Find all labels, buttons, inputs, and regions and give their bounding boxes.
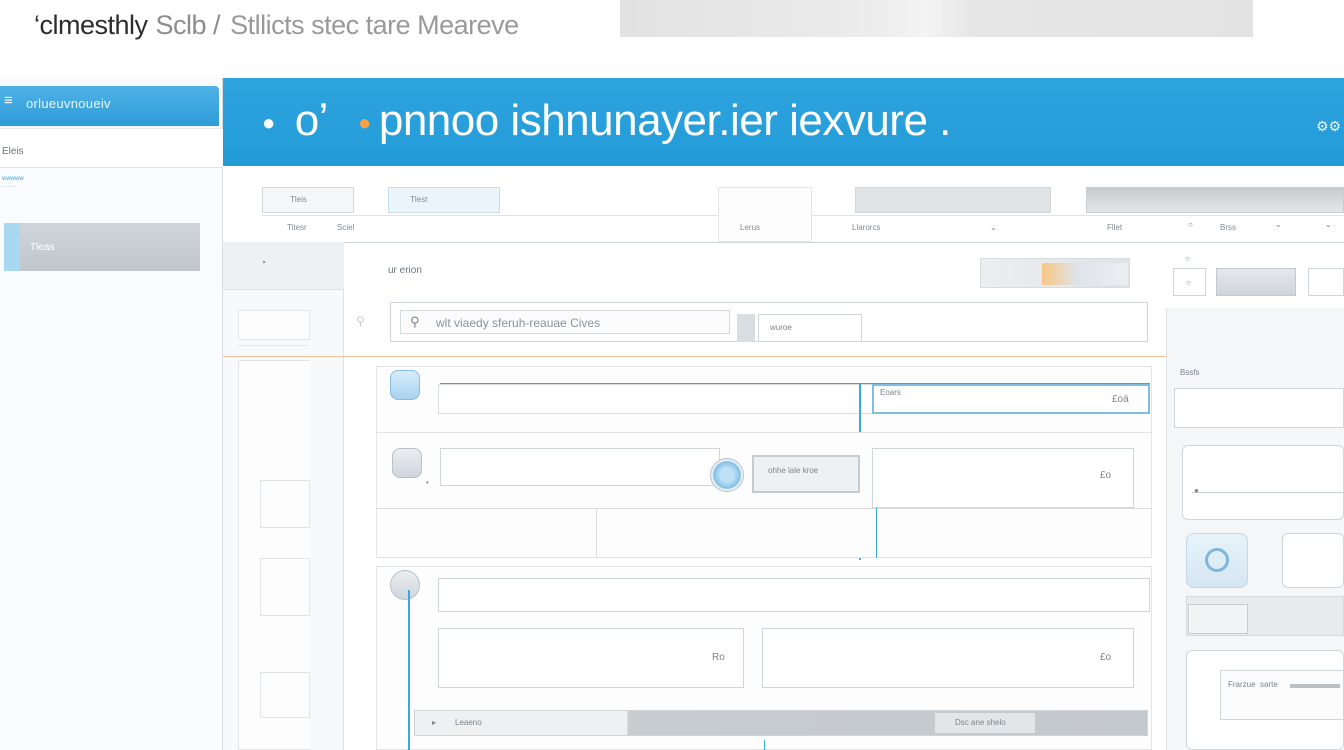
menu-icon[interactable]: ≡ — [4, 92, 13, 110]
chevron-down-icon[interactable]: • — [426, 478, 429, 487]
filter-label: wuroe — [770, 323, 792, 332]
tab-label: Tleis — [290, 195, 307, 204]
search-filter-toggle[interactable] — [737, 314, 755, 342]
divider — [596, 508, 597, 558]
side-subcard[interactable] — [1220, 670, 1344, 720]
settings-icon[interactable]: ⚙⚙ — [1316, 118, 1341, 135]
divider — [376, 508, 1152, 509]
side-input[interactable] — [1174, 388, 1344, 428]
toolbar-input[interactable] — [855, 187, 1051, 213]
title-text: pnnoo ishnunayer.ier iexvure . — [378, 96, 952, 145]
left-panel-header — [223, 242, 344, 290]
sidebar — [0, 78, 223, 750]
row-drag-handle[interactable] — [710, 458, 744, 492]
toolbar-box[interactable] — [718, 187, 812, 242]
side-box[interactable] — [1282, 533, 1344, 588]
row-select[interactable] — [872, 448, 1134, 508]
chevron-down-icon[interactable]: ⌄ — [1275, 220, 1282, 229]
sidebar-item-files[interactable] — [0, 128, 223, 168]
tab-label: Tlest — [410, 195, 428, 204]
toolbar-label: Llarorcs — [852, 223, 881, 232]
toolbar-dropdown[interactable] — [1086, 187, 1344, 213]
row-field[interactable] — [438, 628, 744, 688]
toolbar-icon[interactable]: ‣ — [262, 258, 267, 267]
action-button[interactable] — [1042, 263, 1128, 285]
row-value: £o — [1100, 652, 1112, 663]
sidebar-small-text: wwwww — [2, 176, 24, 182]
row-input[interactable] — [440, 448, 720, 486]
toolbar-label: Brss — [1220, 223, 1236, 232]
top-banner — [620, 0, 1253, 37]
sidebar-item-label: Tleas — [30, 242, 55, 253]
row-label: Eoars — [880, 388, 901, 397]
slider-handle[interactable]: ● — [1194, 486, 1199, 495]
side-row-button[interactable] — [1188, 604, 1248, 634]
refresh-icon: ○ — [1186, 278, 1191, 287]
panel-box[interactable] — [238, 310, 310, 340]
panel-toggle[interactable] — [1216, 268, 1296, 296]
caption-part-1: ‘clmesthly — [34, 10, 148, 40]
search-placeholder: wlt viaedy sferuh-reauae Cives — [436, 316, 601, 330]
panel-box[interactable] — [260, 480, 310, 528]
user-icon[interactable]: ○ — [1185, 254, 1190, 263]
row-value: £oä — [1112, 394, 1129, 405]
arrow-right-icon: ▸ — [432, 718, 437, 727]
chevron-down-icon[interactable]: ⌄ — [1325, 220, 1332, 229]
tab-2[interactable] — [388, 187, 500, 213]
row-field[interactable] — [762, 628, 1134, 688]
row-select[interactable] — [872, 384, 1150, 414]
toolbar-bottom-line — [223, 242, 1344, 243]
connector-line — [876, 508, 877, 558]
row-footer-bar[interactable] — [414, 710, 1148, 736]
sidebar-small-text: ······· — [2, 184, 16, 190]
page-caption: ‘clmesthly Sclb / Stllicts stec tare Meare… — [34, 10, 519, 41]
tab-label: Titesr — [287, 223, 307, 232]
sidebar-item-label: Eleis — [2, 146, 24, 157]
slider-track[interactable] — [1192, 492, 1344, 493]
row-button-label: ohhe lale kroe — [768, 466, 819, 475]
row-input[interactable] — [438, 578, 1150, 612]
panel-box[interactable] — [260, 558, 310, 616]
tab-1[interactable] — [262, 187, 354, 213]
toolbar-label: Lerus — [740, 223, 761, 232]
progress-bar — [1290, 684, 1340, 688]
panel-box[interactable] — [260, 672, 310, 718]
search-icon: ⚲ — [356, 314, 365, 328]
row-icon[interactable] — [390, 570, 420, 600]
caption-part-2: Sclb / — [155, 10, 221, 40]
toolbar-label: Fllet — [1107, 223, 1123, 232]
connector-line — [408, 590, 410, 750]
divider — [238, 345, 308, 346]
connector-line — [764, 740, 765, 750]
row-icon[interactable] — [392, 448, 422, 478]
page-title: ● oʼ ● pnnoo ishnunayer.ier iexvure . — [262, 96, 951, 146]
chevron-down-icon[interactable]: ⌄ — [990, 223, 997, 232]
icon-button[interactable] — [1308, 268, 1344, 296]
caption-part-3: Stllicts stec tare Meareve — [230, 10, 519, 40]
side-label: Bssfs — [1180, 368, 1200, 377]
section-label: ur erion — [388, 265, 422, 276]
footer-label: Dsc ane shelo — [955, 718, 1006, 727]
panel-row-label: Frarzue sarte — [1228, 680, 1278, 689]
sidebar-header-title: orlueuvnoueiv — [26, 96, 111, 111]
refresh-icon — [1205, 548, 1229, 572]
row-icon[interactable] — [390, 370, 420, 400]
footer-label: Leaeno — [455, 718, 482, 727]
title-mark: oʼ — [294, 96, 329, 145]
gear-icon[interactable]: ○ — [1188, 220, 1193, 229]
side-card[interactable] — [1182, 445, 1344, 520]
dot-icon: ● — [358, 110, 371, 136]
row-value: £o — [1100, 470, 1112, 481]
dot-icon: ● — [262, 110, 275, 136]
tab-label: Sciel — [337, 223, 355, 232]
row-value: Ro — [712, 652, 725, 663]
search-icon: ⚲ — [410, 314, 420, 329]
